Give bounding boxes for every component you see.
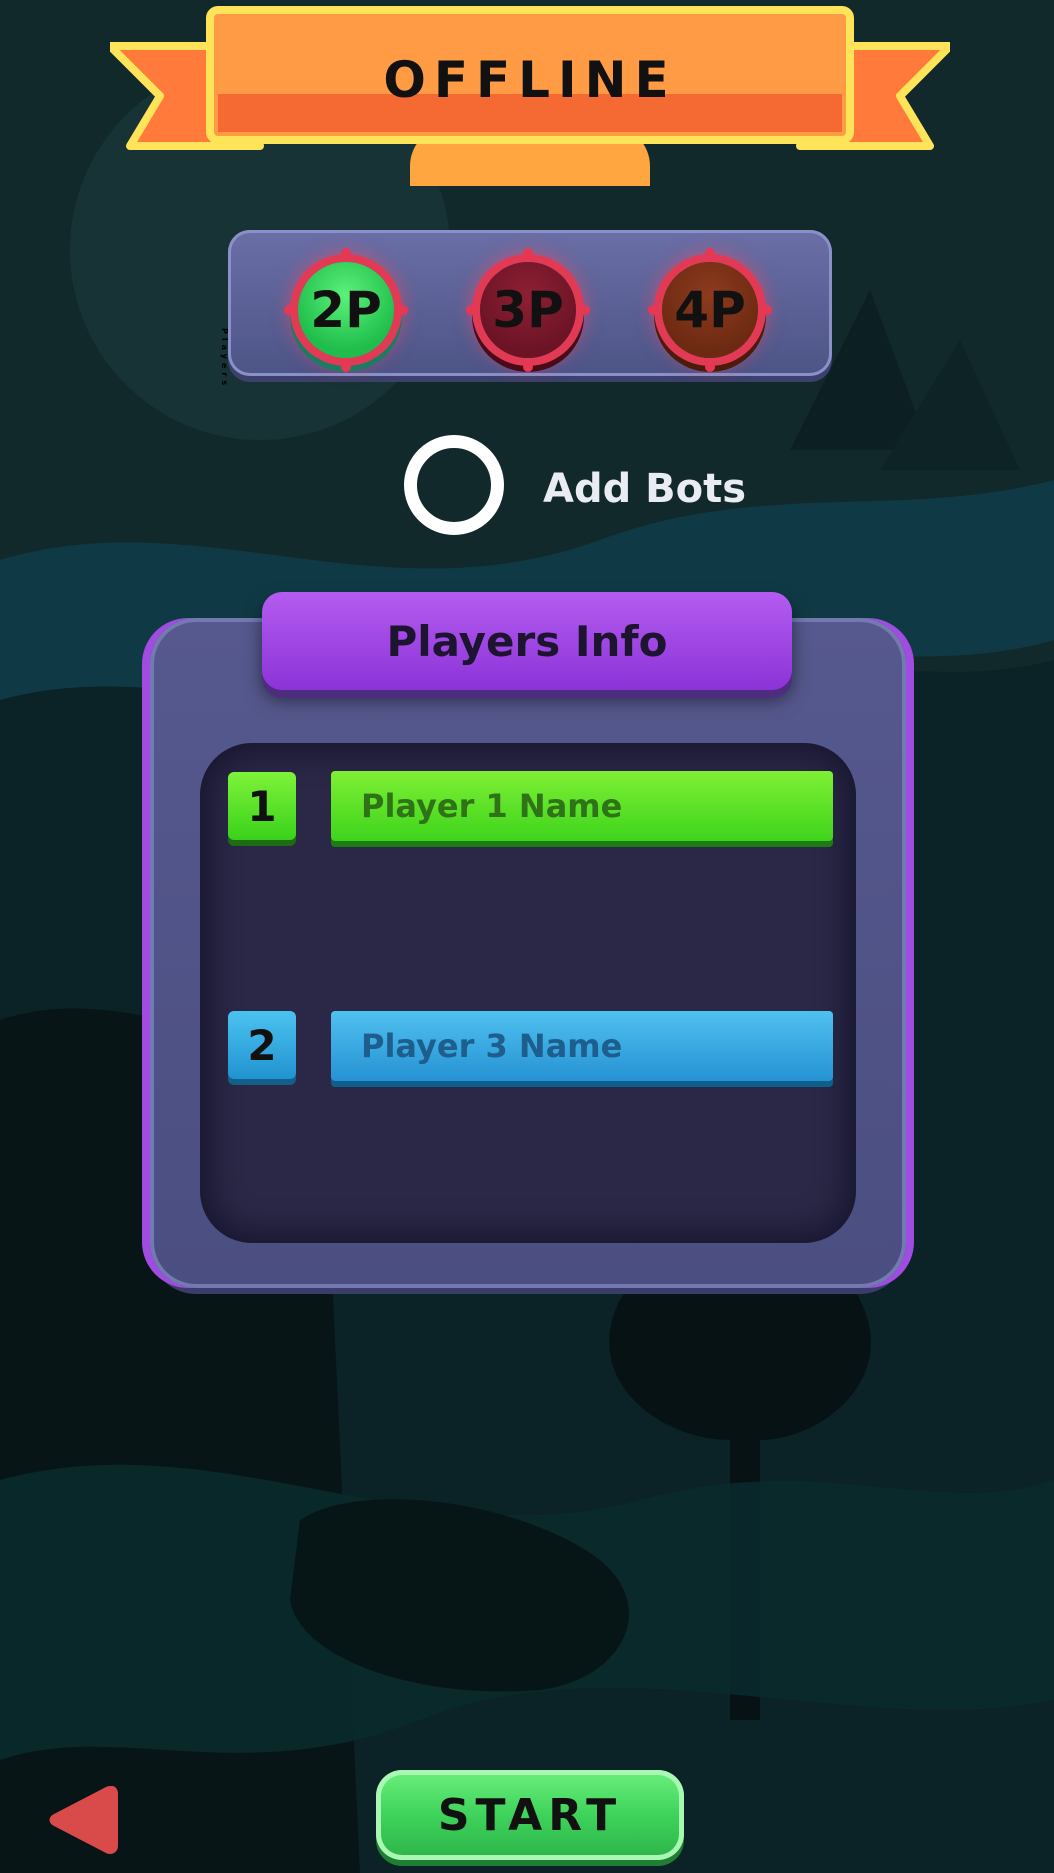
player-count-label: 3P [492, 281, 564, 339]
marker-dot [648, 305, 658, 315]
marker-dot [398, 305, 408, 315]
marker-dot [466, 305, 476, 315]
player-count-label: 2P [310, 281, 382, 339]
start-button[interactable]: START [376, 1770, 684, 1860]
players-side-label: Players [220, 328, 229, 390]
players-info-card [150, 618, 906, 1288]
screen-title: OFFLINE [383, 51, 677, 109]
player-count-2p-button[interactable]: 2P [284, 248, 408, 372]
player-number-badge: 2 [228, 1011, 296, 1079]
marker-dot [580, 305, 590, 315]
player-1-name-input[interactable] [331, 771, 833, 841]
marker-dot [523, 362, 533, 372]
player-count-4p-button[interactable]: 4P [648, 248, 772, 372]
marker-dot [284, 305, 294, 315]
marker-dot [341, 362, 351, 372]
marker-dot [341, 248, 351, 258]
player-count-3p-button[interactable]: 3P [466, 248, 590, 372]
marker-dot [705, 362, 715, 372]
marker-dot [762, 305, 772, 315]
add-bots-label: Add Bots [543, 466, 747, 512]
player-count-panel: 2P 3P 4P [228, 230, 832, 376]
back-arrow-icon[interactable] [46, 1780, 118, 1860]
marker-dot [705, 248, 715, 258]
add-bots-toggle[interactable] [404, 435, 504, 535]
player-count-label: 4P [674, 281, 746, 339]
players-info-title: Players Info [262, 592, 792, 690]
player-2-name-input[interactable] [331, 1011, 833, 1081]
marker-dot [523, 248, 533, 258]
player-number-badge: 1 [228, 772, 296, 840]
